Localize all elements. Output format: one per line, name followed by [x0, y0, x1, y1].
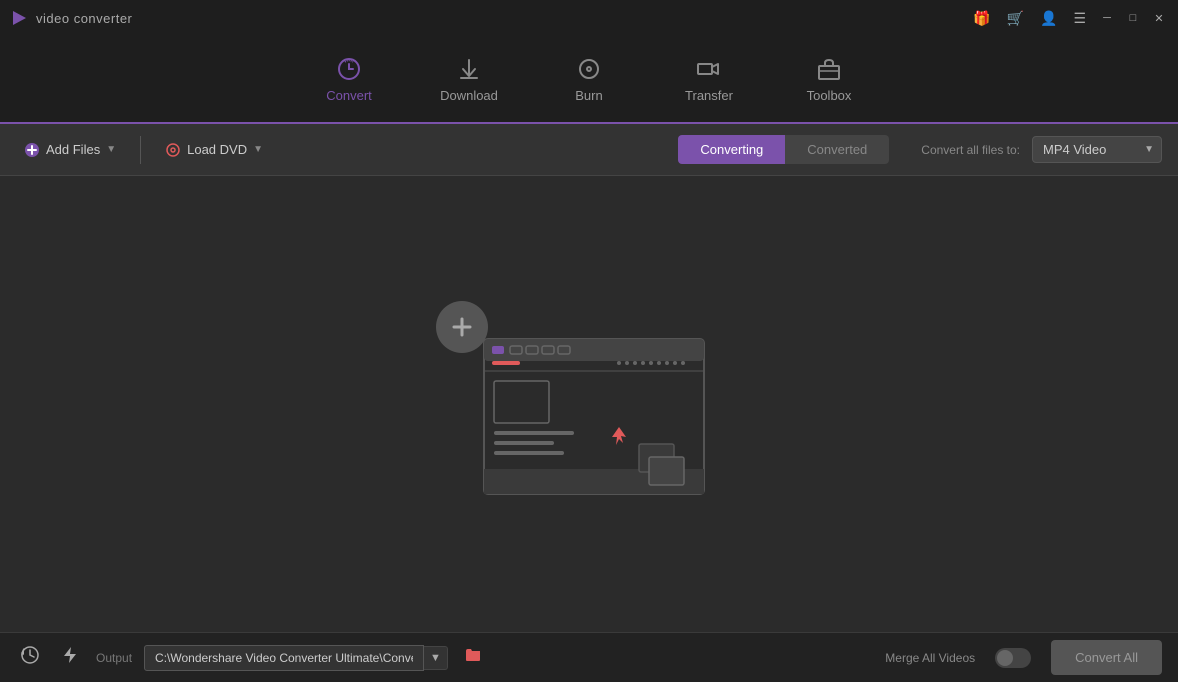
nav-item-transfer[interactable]: Transfer — [664, 46, 754, 113]
merge-all-videos-label: Merge All Videos — [885, 651, 975, 665]
merge-toggle-knob — [997, 650, 1013, 666]
load-dvd-button[interactable]: Load DVD ▼ — [157, 136, 271, 164]
add-media-circle[interactable] — [436, 301, 488, 353]
title-bar: video converter 🎁 🛒 👤 ☰ ─ □ ✕ — [0, 0, 1178, 36]
tab-converted[interactable]: Converted — [785, 135, 889, 164]
navigation-bar: Convert Download Burn Transfer Toolbox — [0, 36, 1178, 124]
output-path-wrapper: ▼ — [144, 645, 448, 671]
drop-zone-illustration — [464, 309, 714, 499]
transfer-nav-label: Transfer — [685, 88, 733, 103]
acceleration-button[interactable] — [56, 641, 84, 674]
maximize-button[interactable]: □ — [1124, 9, 1142, 27]
download-nav-label: Download — [440, 88, 498, 103]
tabs-container: Converting Converted — [678, 135, 889, 164]
dvd-icon — [165, 142, 181, 158]
main-content-area — [0, 176, 1178, 632]
footer: Output ▼ Merge All Videos Convert All — [0, 632, 1178, 682]
convert-all-files-label: Convert all files to: — [921, 143, 1020, 157]
title-bar-left: video converter — [10, 9, 132, 27]
format-select[interactable]: MP4 Video MKV Video AVI Video MOV Video — [1032, 136, 1162, 163]
download-nav-icon — [456, 56, 482, 82]
minimize-button[interactable]: ─ — [1098, 9, 1116, 27]
burn-nav-label: Burn — [575, 88, 602, 103]
convert-all-button[interactable]: Convert All — [1051, 640, 1162, 675]
tab-converting[interactable]: Converting — [678, 135, 785, 164]
nav-item-burn[interactable]: Burn — [544, 46, 634, 113]
illustration-svg — [464, 309, 714, 499]
history-icon — [20, 645, 40, 665]
title-bar-right: 🎁 🛒 👤 ☰ ─ □ ✕ — [969, 8, 1168, 29]
open-output-folder-button[interactable] — [460, 642, 486, 673]
add-files-button[interactable]: Add Files ▼ — [16, 136, 124, 164]
output-path-input[interactable] — [144, 645, 424, 671]
plus-circle-icon — [448, 313, 476, 341]
transfer-nav-icon — [696, 56, 722, 82]
output-path-dropdown-button[interactable]: ▼ — [424, 646, 448, 670]
gift-icon[interactable]: 🎁 — [969, 8, 994, 29]
load-dvd-arrow-icon: ▼ — [253, 144, 263, 155]
add-files-arrow-icon: ▼ — [106, 144, 116, 155]
load-dvd-label: Load DVD — [187, 142, 247, 157]
app-logo-icon — [10, 9, 28, 27]
merge-toggle[interactable] — [995, 648, 1031, 668]
folder-icon — [464, 646, 482, 664]
app-title: video converter — [36, 11, 132, 26]
toolbox-nav-icon — [816, 56, 842, 82]
toolbar: Add Files ▼ Load DVD ▼ Converting Conver… — [0, 124, 1178, 176]
menu-icon[interactable]: ☰ — [1069, 8, 1090, 29]
history-button[interactable] — [16, 641, 44, 674]
lightning-icon — [60, 645, 80, 665]
separator — [140, 136, 141, 164]
output-label: Output — [96, 651, 132, 665]
toolbox-nav-label: Toolbox — [807, 88, 852, 103]
nav-item-toolbox[interactable]: Toolbox — [784, 46, 874, 113]
add-files-label: Add Files — [46, 142, 100, 157]
close-button[interactable]: ✕ — [1150, 9, 1168, 27]
burn-nav-icon — [576, 56, 602, 82]
format-select-wrapper: MP4 Video MKV Video AVI Video MOV Video … — [1032, 136, 1162, 163]
user-icon[interactable]: 👤 — [1036, 8, 1061, 29]
plus-icon — [24, 142, 40, 158]
cart-icon[interactable]: 🛒 — [1003, 8, 1028, 29]
convert-nav-icon — [336, 56, 362, 82]
nav-item-convert[interactable]: Convert — [304, 46, 394, 113]
convert-nav-label: Convert — [326, 88, 372, 103]
nav-item-download[interactable]: Download — [424, 46, 514, 113]
